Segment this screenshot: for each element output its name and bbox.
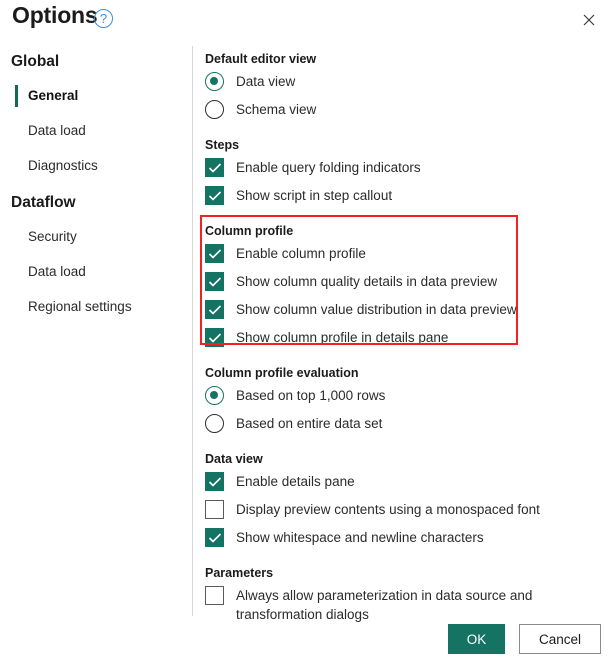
sidebar-item-regional-settings[interactable]: Regional settings (0, 296, 192, 318)
section-label: Steps (205, 138, 240, 152)
checkbox-show-script-in-step-callout[interactable]: Show script in step callout (205, 183, 605, 211)
sidebar-item-general[interactable]: General (0, 85, 192, 107)
sidebar-item-label: Security (28, 229, 77, 244)
sidebar-item-diagnostics[interactable]: Diagnostics (0, 155, 192, 177)
option-label: Data view (236, 74, 296, 89)
option-label: Based on top 1,000 rows (236, 388, 386, 403)
checkbox-empty-icon (205, 500, 224, 519)
selection-indicator (15, 85, 18, 107)
checkmark-icon (205, 472, 224, 491)
options-content: Default editor view Data view Schema vie… (205, 52, 605, 624)
radio-icon-unselected (205, 100, 224, 119)
checkbox-show-column-quality-details[interactable]: Show column quality details in data prev… (205, 269, 605, 297)
page-title: Options (12, 2, 98, 28)
sidebar-item-label: Data load (28, 264, 86, 279)
checkmark-icon (205, 158, 224, 177)
checkbox-enable-column-profile[interactable]: Enable column profile (205, 241, 605, 269)
option-label: Enable query folding indicators (236, 160, 421, 175)
section-label: Data view (205, 452, 263, 466)
radio-data-view[interactable]: Data view (205, 69, 605, 97)
ok-button[interactable]: OK (448, 624, 505, 654)
sidebar-group-title-dataflow: Dataflow (11, 194, 76, 211)
sidebar: Global General Data load Diagnostics Dat… (0, 45, 192, 615)
sidebar-item-data-load-global[interactable]: Data load (0, 120, 192, 142)
checkbox-show-column-profile-in-details-pane[interactable]: Show column profile in details pane (205, 325, 605, 353)
checkbox-show-whitespace-newline-characters[interactable]: Show whitespace and newline characters (205, 525, 605, 553)
section-label: Column profile (205, 224, 294, 238)
dialog-header: Options ? (0, 0, 615, 45)
option-label: Show column value distribution in data p… (236, 302, 517, 317)
cancel-button[interactable]: Cancel (519, 624, 601, 654)
sidebar-group-title-global: Global (11, 53, 60, 70)
radio-icon-unselected (205, 414, 224, 433)
section-label: Parameters (205, 566, 274, 580)
close-icon[interactable] (573, 5, 605, 35)
option-label: Show column quality details in data prev… (236, 274, 498, 289)
option-label: Enable column profile (236, 246, 366, 261)
section-steps: Steps Enable query folding indicators Sh… (205, 138, 605, 211)
radio-based-on-entire-data-set[interactable]: Based on entire data set (205, 411, 605, 439)
sidebar-item-label: Regional settings (28, 299, 132, 314)
sidebar-item-label: Diagnostics (28, 158, 98, 173)
checkbox-display-preview-monospaced-font[interactable]: Display preview contents using a monospa… (205, 497, 605, 525)
section-label: Default editor view (205, 52, 317, 66)
option-label: Display preview contents using a monospa… (236, 502, 540, 517)
checkmark-icon (205, 328, 224, 347)
option-label: Show whitespace and newline characters (236, 530, 484, 545)
sidebar-divider (192, 46, 193, 616)
option-label: Enable details pane (236, 474, 355, 489)
section-column-profile-evaluation: Column profile evaluation Based on top 1… (205, 366, 605, 439)
checkmark-icon (205, 528, 224, 547)
checkbox-enable-query-folding-indicators[interactable]: Enable query folding indicators (205, 155, 605, 183)
option-label: Schema view (236, 102, 317, 117)
checkbox-show-column-value-distribution[interactable]: Show column value distribution in data p… (205, 297, 605, 325)
radio-icon-selected (205, 386, 224, 405)
option-label: Show script in step callout (236, 188, 393, 203)
checkbox-empty-icon (205, 586, 224, 605)
checkmark-icon (205, 272, 224, 291)
radio-based-on-top-1000-rows[interactable]: Based on top 1,000 rows (205, 383, 605, 411)
sidebar-item-data-load-dataflow[interactable]: Data load (0, 261, 192, 283)
section-data-view: Data view Enable details pane Display pr… (205, 452, 605, 553)
checkmark-icon (205, 244, 224, 263)
section-column-profile: Column profile Enable column profile Sho… (205, 224, 605, 353)
checkbox-enable-details-pane[interactable]: Enable details pane (205, 469, 605, 497)
section-default-editor-view: Default editor view Data view Schema vie… (205, 52, 605, 125)
sidebar-item-label: Data load (28, 123, 86, 138)
radio-icon-selected (205, 72, 224, 91)
option-label: Based on entire data set (236, 416, 383, 431)
checkmark-icon (205, 300, 224, 319)
dialog-footer: OK Cancel (0, 614, 615, 670)
radio-schema-view[interactable]: Schema view (205, 97, 605, 125)
checkmark-icon (205, 186, 224, 205)
sidebar-item-label: General (28, 88, 79, 103)
sidebar-item-security[interactable]: Security (0, 226, 192, 248)
option-label: Show column profile in details pane (236, 330, 449, 345)
section-label: Column profile evaluation (205, 366, 359, 380)
help-circle-icon[interactable]: ? (94, 9, 113, 28)
